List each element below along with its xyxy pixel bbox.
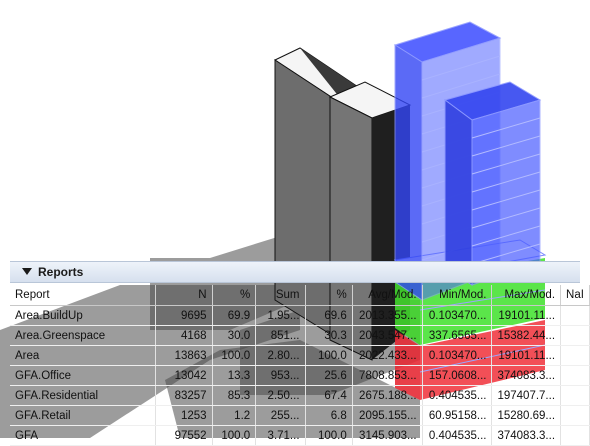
nal-value <box>560 425 590 446</box>
max-value: 374083.3... <box>491 365 562 386</box>
min-value: 337.6565... <box>422 325 493 346</box>
percent-value: 100.0 <box>212 345 257 366</box>
min-value: 157.0608... <box>422 365 493 386</box>
min-value: 0.404535... <box>422 385 493 406</box>
column-header-n[interactable]: N <box>155 285 213 306</box>
min-value: 0.103470... <box>422 305 493 326</box>
percent-value: 85.3 <box>212 385 257 406</box>
n-value: 13042 <box>155 365 213 386</box>
max-value: 19101.11... <box>491 345 562 366</box>
reports-title: Reports <box>38 265 84 279</box>
reports-table: Report N % Sum % Avg/Mod. Min/Mod. Max/M… <box>10 285 590 446</box>
nal-value <box>560 305 590 326</box>
column-header-report[interactable]: Report <box>10 285 156 306</box>
column-header-max[interactable]: Max/Mod. <box>491 285 562 306</box>
report-name: GFA.Retail <box>10 405 156 426</box>
table-row[interactable]: GFA.Residential 83257 85.3 2.50... 67.4 … <box>10 385 590 406</box>
sum-value: 2.50... <box>255 385 306 406</box>
min-value: 0.103470... <box>422 345 493 366</box>
sum-value: 953... <box>255 365 306 386</box>
avg-value: 3145.903... <box>352 425 423 446</box>
percent-value: 69.9 <box>212 305 257 326</box>
report-name: GFA.Residential <box>10 385 156 406</box>
report-name: GFA.Office <box>10 365 156 386</box>
reports-panel: Reports Report N % Sum % Avg/Mod. Min/Mo… <box>0 261 590 446</box>
avg-value: 2675.188... <box>352 385 423 406</box>
avg-value: 2095.155... <box>352 405 423 426</box>
percent-value: 13.3 <box>212 365 257 386</box>
n-value: 97552 <box>155 425 213 446</box>
min-value: 0.404535... <box>422 425 493 446</box>
n-value: 13863 <box>155 345 213 366</box>
table-header-row: Report N % Sum % Avg/Mod. Min/Mod. Max/M… <box>10 285 590 306</box>
n-value: 9695 <box>155 305 213 326</box>
percent-value: 100.0 <box>212 425 257 446</box>
max-value: 374083.3... <box>491 425 562 446</box>
sum-percent-value: 69.6 <box>305 305 353 326</box>
sum-percent-value: 100.0 <box>305 425 353 446</box>
column-header-sum[interactable]: Sum <box>255 285 306 306</box>
table-row[interactable]: GFA.Office 13042 13.3 953... 25.6 7808.8… <box>10 365 590 386</box>
table-row[interactable]: GFA.Retail 1253 1.2 255... 6.8 2095.155.… <box>10 405 590 426</box>
column-header-nal[interactable]: NaI <box>560 285 590 306</box>
sum-value: 851... <box>255 325 306 346</box>
nal-value <box>560 345 590 366</box>
n-value: 4168 <box>155 325 213 346</box>
max-value: 15280.69... <box>491 405 562 426</box>
avg-value: 2043.547... <box>352 325 423 346</box>
avg-value: 2013.355... <box>352 305 423 326</box>
table-row[interactable]: Area 13863 100.0 2.80... 100.0 2022.433.… <box>10 345 590 366</box>
table-row[interactable]: GFA 97552 100.0 3.71... 100.0 3145.903..… <box>10 425 590 446</box>
nal-value <box>560 325 590 346</box>
n-value: 83257 <box>155 385 213 406</box>
sum-percent-value: 6.8 <box>305 405 353 426</box>
nal-value <box>560 365 590 386</box>
table-row[interactable]: Area.Greenspace 4168 30.0 851... 30.3 20… <box>10 325 590 346</box>
report-name: GFA <box>10 425 156 446</box>
collapse-triangle-icon[interactable] <box>22 268 32 275</box>
max-value: 19101.11... <box>491 305 562 326</box>
percent-value: 30.0 <box>212 325 257 346</box>
sum-percent-value: 67.4 <box>305 385 353 406</box>
table-row[interactable]: Area.BuildUp 9695 69.9 1.95... 69.6 2013… <box>10 305 590 326</box>
percent-value: 1.2 <box>212 405 257 426</box>
sum-value: 2.80... <box>255 345 306 366</box>
sum-value: 3.71... <box>255 425 306 446</box>
column-header-min[interactable]: Min/Mod. <box>422 285 493 306</box>
n-value: 1253 <box>155 405 213 426</box>
report-name: Area <box>10 345 156 366</box>
selected-tower-short[interactable] <box>443 81 542 286</box>
min-value: 60.95158... <box>422 405 493 426</box>
report-name: Area.Greenspace <box>10 325 156 346</box>
column-header-avg[interactable]: Avg/Mod. <box>352 285 423 306</box>
nal-value <box>560 405 590 426</box>
sum-percent-value: 30.3 <box>305 325 353 346</box>
max-value: 15382.44... <box>491 325 562 346</box>
max-value: 197407.7... <box>491 385 562 406</box>
column-header-sum-percent[interactable]: % <box>305 285 353 306</box>
sum-percent-value: 25.6 <box>305 365 353 386</box>
reports-header[interactable]: Reports <box>10 261 580 283</box>
sum-value: 255... <box>255 405 306 426</box>
sum-percent-value: 100.0 <box>305 345 353 366</box>
nal-value <box>560 385 590 406</box>
avg-value: 2022.433... <box>352 345 423 366</box>
sum-value: 1.95... <box>255 305 306 326</box>
avg-value: 7808.853... <box>352 365 423 386</box>
report-name: Area.BuildUp <box>10 305 156 326</box>
column-header-percent[interactable]: % <box>212 285 257 306</box>
